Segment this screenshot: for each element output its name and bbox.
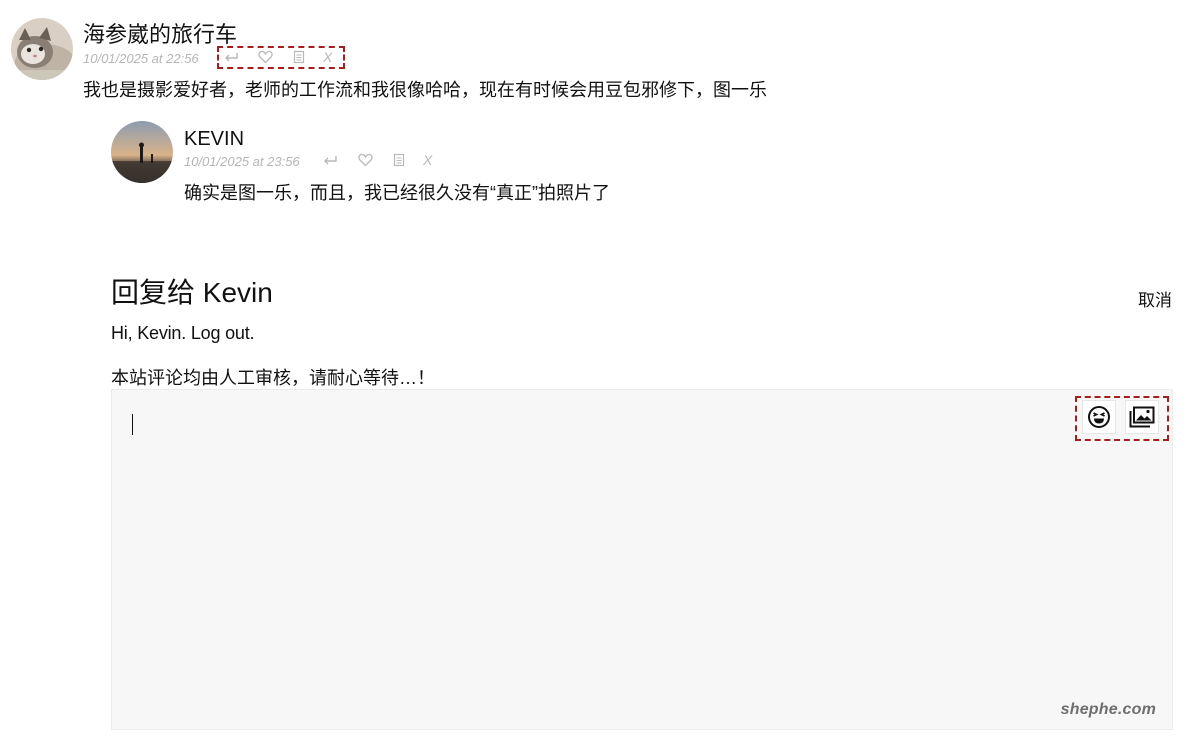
comment-text: 我也是摄影爱好者，老师的工作流和我很像哈哈，现在有时候会用豆包邪修下，图一乐 — [83, 80, 767, 100]
document-icon[interactable] — [393, 153, 405, 167]
comment-date: 10/01/2025 at 22:56 — [83, 51, 199, 66]
watermark: shephe.com — [1060, 701, 1156, 718]
reply-text: 确实是图一乐，而且，我已经很久没有“真正”拍照片了 — [184, 183, 610, 203]
image-icon[interactable] — [1125, 400, 1159, 434]
heart-icon[interactable] — [358, 153, 373, 167]
comment-textarea[interactable]: shephe.com — [111, 389, 1173, 730]
reply-date: 10/01/2025 at 23:56 — [184, 154, 300, 169]
avatar-commenter — [11, 18, 73, 80]
document-icon[interactable] — [293, 50, 305, 64]
heart-icon[interactable] — [258, 50, 273, 64]
reply-author: KEVIN — [184, 128, 245, 150]
laughing-emoji-icon[interactable] — [1082, 400, 1116, 434]
logged-in-line: Hi, Kevin. Log out. — [111, 323, 255, 344]
delete-button[interactable]: X — [423, 152, 432, 168]
logout-link[interactable]: Log out. — [191, 323, 255, 343]
delete-button[interactable]: X — [323, 49, 332, 65]
logged-in-greeting: Hi, Kevin. — [111, 323, 191, 343]
reply-form-title: 回复给 Kevin — [111, 277, 273, 308]
reply-icon[interactable] — [223, 50, 239, 64]
cancel-reply-link[interactable]: 取消 — [1138, 286, 1172, 311]
avatar-kevin — [111, 121, 173, 183]
text-caret — [132, 414, 133, 435]
reply-icon[interactable] — [322, 153, 338, 167]
moderation-notice: 本站评论均由人工审核，请耐心等待…！ — [111, 368, 435, 388]
comment-author: 海参崴的旅行车 — [83, 22, 238, 47]
